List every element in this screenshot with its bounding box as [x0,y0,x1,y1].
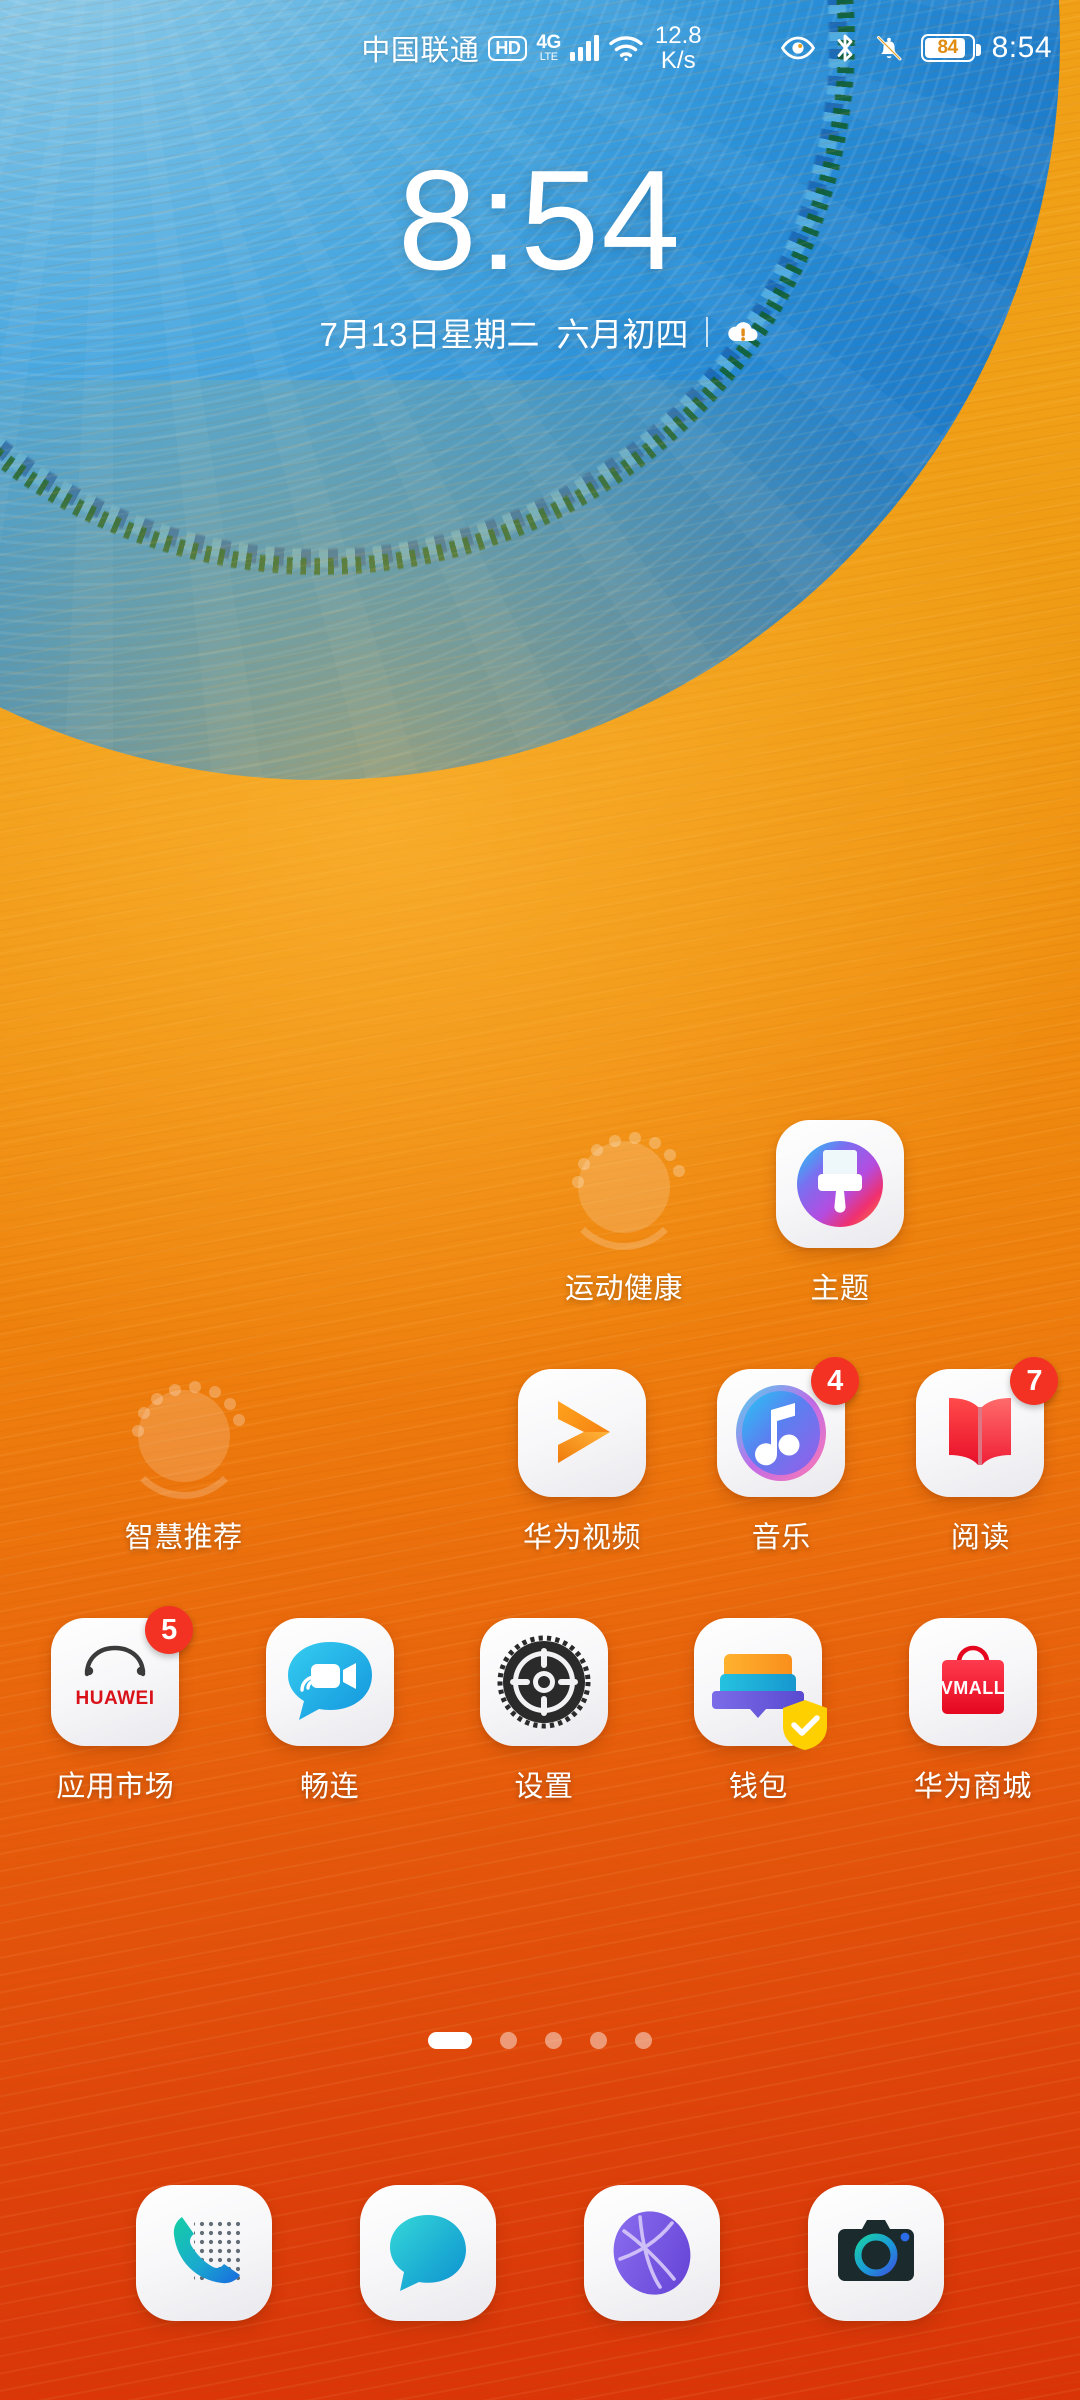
app-cell-vmall[interactable]: VMALL 华为商城 [866,1618,1080,1805]
app-label: 钱包 [728,1771,788,1803]
page-dot-4[interactable] [590,2032,607,2049]
phone-icon [136,2185,272,2321]
verified-check-badge [778,1698,832,1752]
clock-time: 8:54 [397,141,683,300]
meetime-icon [265,1618,394,1746]
app-label: 华为视频 [523,1522,642,1554]
app-cell-reader[interactable]: 7 阅读 [881,1357,1080,1556]
empty-slot [283,1369,482,1556]
app-row: 智慧推荐 华为视频 4 音乐 7 阅读 [0,1357,1080,1556]
battery-indicator: 84 [920,34,981,62]
app-cell-wallet[interactable]: 钱包 [651,1618,865,1805]
app-label: 华为商城 [913,1771,1032,1803]
page-indicator[interactable] [0,2032,1080,2049]
clock-lunar-date: 六月初四 [556,316,689,353]
placeholder-icon [120,1369,248,1499]
bell-muted-icon [874,33,904,63]
dock-item-camera[interactable] [808,2185,944,2321]
clock-date-row: 7月13日星期二 六月初四 [0,308,1080,356]
placeholder-icon [560,1120,688,1250]
app-label: 运动健康 [564,1273,683,1305]
dock-item-messages[interactable] [360,2185,496,2321]
empty-slot [84,1120,300,1307]
app-cell-settings[interactable]: 设置 [437,1618,651,1805]
app-cell-huawei-video[interactable]: 华为视频 [482,1369,681,1556]
settings-gear-icon [480,1618,609,1746]
svg-text:HUAWEI: HUAWEI [76,1688,155,1709]
app-label: 智慧推荐 [124,1522,243,1554]
dock [0,2185,1080,2321]
signal-bars-icon [569,35,599,61]
app-row: 运动健康 主题 [0,1120,1080,1307]
clock-date: 7月13日星期二 [319,316,540,353]
app-label: 设置 [514,1771,574,1803]
page-dot-5[interactable] [635,2032,652,2049]
app-label: 主题 [810,1273,870,1305]
vmall-icon: VMALL [908,1618,1037,1746]
app-cell-health[interactable]: 运动健康 [516,1120,732,1307]
network-speed: 12.8 K/s [654,21,702,74]
volte-hd-icon: HD [488,35,528,61]
empty-slot [300,1120,516,1307]
dock-item-browser[interactable] [584,2185,720,2321]
messages-icon [360,2185,496,2321]
app-grid: 运动健康 主题 智慧推荐 华为视频 4 音乐 7 阅读 HUAWEI 5 应用市… [0,1120,1080,1805]
notification-badge: 5 [145,1606,194,1654]
app-label: 音乐 [751,1522,811,1554]
notification-badge: 4 [811,1357,860,1405]
bluetooth-icon [833,32,857,64]
page-dot-2[interactable] [500,2032,517,2049]
app-cell-themes[interactable]: 主题 [732,1120,948,1307]
camera-icon [808,2185,944,2321]
themes-icon [776,1120,904,1248]
svg-text:VMALL: VMALL [941,1678,1006,1698]
home-screen: 中国联通 HD 4G LTE 12.8 K/s 84 8:54 8:54 7月1… [0,0,1080,2400]
carrier-name: 中国联通 [361,35,480,67]
app-cell-music[interactable]: 4 音乐 [682,1357,881,1556]
clock-widget[interactable]: 8:54 7月13日星期二 六月初四 [0,150,1080,356]
status-bar-clock: 8:54 [991,31,1052,64]
huawei-video-icon [518,1369,646,1497]
page-dot-3[interactable] [545,2032,562,2049]
page-dot-1[interactable] [428,2032,472,2049]
notification-badge: 7 [1010,1357,1059,1405]
app-label: 畅连 [300,1771,360,1803]
eye-icon [780,35,816,61]
browser-icon [584,2185,720,2321]
app-cell-appgallery[interactable]: HUAWEI 5 应用市场 [8,1606,222,1805]
status-bar[interactable]: 中国联通 HD 4G LTE 12.8 K/s 84 8:54 [0,0,1080,96]
app-label: 应用市场 [56,1771,175,1803]
cloud-alert-icon[interactable] [725,317,761,347]
app-label: 阅读 [950,1522,1010,1554]
app-cell-meetime[interactable]: 畅连 [222,1618,436,1805]
network-type-label: 4G LTE [536,32,561,63]
wifi-icon [608,34,644,62]
date-separator [705,317,708,347]
app-cell-smart-suggest[interactable]: 智慧推荐 [84,1369,283,1556]
app-row: HUAWEI 5 应用市场 畅连 设置 钱包 VMALL 华为商城 [0,1606,1080,1805]
dock-item-phone[interactable] [136,2185,272,2321]
